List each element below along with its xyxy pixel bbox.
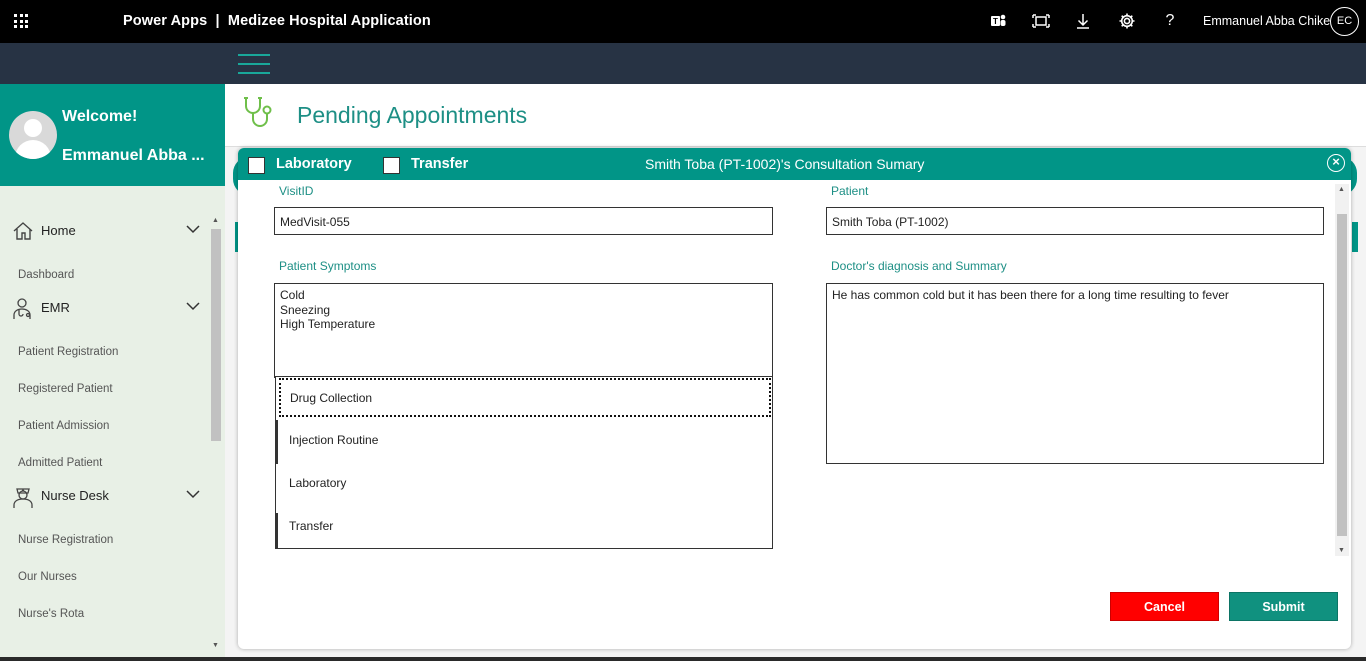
sidebar: Welcome! Emmanuel Abba ... Home Dashboar… (0, 43, 225, 661)
nav-item-patient-admission[interactable]: Patient Admission (18, 420, 109, 432)
laboratory-checkbox[interactable] (248, 157, 265, 174)
nav-nurse-desk[interactable]: Nurse Desk (0, 481, 210, 511)
visit-id-label: VisitID (279, 184, 314, 198)
dialog-scrollbar[interactable]: ▲ ▼ (1335, 184, 1349, 556)
dropdown-option-injection-routine[interactable]: Injection Routine (276, 420, 772, 462)
sidebar-top-bar (0, 43, 225, 84)
dropdown-option-laboratory[interactable]: Laboratory (276, 463, 772, 505)
laboratory-checkbox-label: Laboratory (276, 156, 352, 172)
app-launcher-icon[interactable] (14, 14, 28, 28)
visit-id-field[interactable]: MedVisit-055 (274, 207, 773, 235)
scroll-up-icon[interactable]: ▲ (212, 217, 219, 224)
nurse-icon (13, 488, 33, 508)
welcome-panel: Welcome! Emmanuel Abba ... (0, 84, 225, 186)
close-icon[interactable]: × (1327, 154, 1345, 172)
transfer-checkbox[interactable] (383, 157, 400, 174)
nav-emr[interactable]: EMR (0, 293, 210, 323)
top-bar: Power Apps | Medizee Hospital Applicatio… (0, 0, 1366, 43)
help-icon[interactable]: ? (1161, 12, 1179, 30)
nav-emr-label: EMR (41, 300, 70, 315)
nav-item-patient-registration[interactable]: Patient Registration (18, 346, 118, 358)
consultation-dialog: Laboratory Transfer Smith Toba (PT-1002)… (238, 148, 1351, 649)
profile-avatar-icon (9, 111, 57, 159)
settings-icon[interactable] (1118, 12, 1136, 30)
scroll-down-icon[interactable]: ▼ (212, 642, 219, 649)
svg-text:T: T (993, 17, 998, 26)
nav-home-label: Home (41, 223, 76, 238)
chevron-down-icon[interactable] (186, 489, 200, 499)
chevron-down-icon[interactable] (186, 301, 200, 311)
fit-screen-icon[interactable] (1032, 12, 1050, 30)
nav-item-nurses-rota[interactable]: Nurse's Rota (18, 608, 84, 620)
taskbar-edge (0, 657, 1366, 661)
stethoscope-icon (244, 97, 272, 127)
page-title: Pending Appointments (297, 102, 528, 128)
patient-label: Patient (831, 184, 869, 198)
dialog-header: Laboratory Transfer Smith Toba (PT-1002)… (238, 148, 1351, 180)
nav-item-dashboard[interactable]: Dashboard (18, 269, 74, 281)
chevron-down-icon[interactable] (186, 224, 200, 234)
transfer-checkbox-label: Transfer (411, 156, 469, 172)
home-icon (13, 222, 33, 240)
dropdown-option-transfer[interactable]: Transfer (276, 506, 772, 548)
nav-item-registered-patient[interactable]: Registered Patient (18, 383, 113, 395)
symptoms-label: Patient Symptoms (279, 259, 377, 273)
scroll-down-icon[interactable]: ▼ (1338, 547, 1345, 554)
scroll-up-icon[interactable]: ▲ (1338, 186, 1345, 193)
background-accent (1352, 222, 1358, 252)
dropdown-option-drug-collection[interactable]: Drug Collection (279, 378, 771, 417)
symptoms-field[interactable]: Cold Sneezing High Temperature (274, 283, 773, 378)
nav-item-admitted-patient[interactable]: Admitted Patient (18, 457, 102, 469)
dialog-title: Smith Toba (PT-1002)'s Consultation Suma… (645, 156, 925, 172)
download-icon[interactable] (1074, 12, 1092, 30)
hamburger-menu-icon[interactable] (238, 54, 270, 74)
nav-home[interactable]: Home (0, 216, 210, 246)
app-title: Power Apps | Medizee Hospital Applicatio… (123, 13, 431, 29)
user-avatar[interactable]: EC (1330, 7, 1359, 36)
scrollbar-thumb[interactable] (211, 229, 221, 441)
diagnosis-label: Doctor's diagnosis and Summary (831, 259, 1007, 273)
patient-field[interactable]: Smith Toba (PT-1002) (826, 207, 1324, 235)
cancel-button[interactable]: Cancel (1110, 592, 1219, 621)
submit-button[interactable]: Submit (1229, 592, 1338, 621)
referral-dropdown-list[interactable]: Drug Collection Injection Routine Labora… (275, 376, 773, 549)
main-header-bar (225, 43, 1366, 84)
nav-nurse-desk-label: Nurse Desk (41, 488, 109, 503)
welcome-user-name: Emmanuel Abba ... (62, 147, 205, 164)
scrollbar-thumb[interactable] (1337, 214, 1347, 536)
diagnosis-field[interactable]: He has common cold but it has been there… (826, 283, 1324, 464)
welcome-text: Welcome! (62, 108, 138, 125)
doctor-icon (13, 298, 31, 319)
user-name: Emmanuel Abba Chike (1203, 14, 1331, 28)
teams-icon[interactable]: T (989, 12, 1007, 30)
nav-item-our-nurses[interactable]: Our Nurses (18, 571, 77, 583)
nav-item-nurse-registration[interactable]: Nurse Registration (18, 534, 113, 546)
sidebar-scrollbar[interactable]: ▲ ▼ (209, 215, 225, 661)
